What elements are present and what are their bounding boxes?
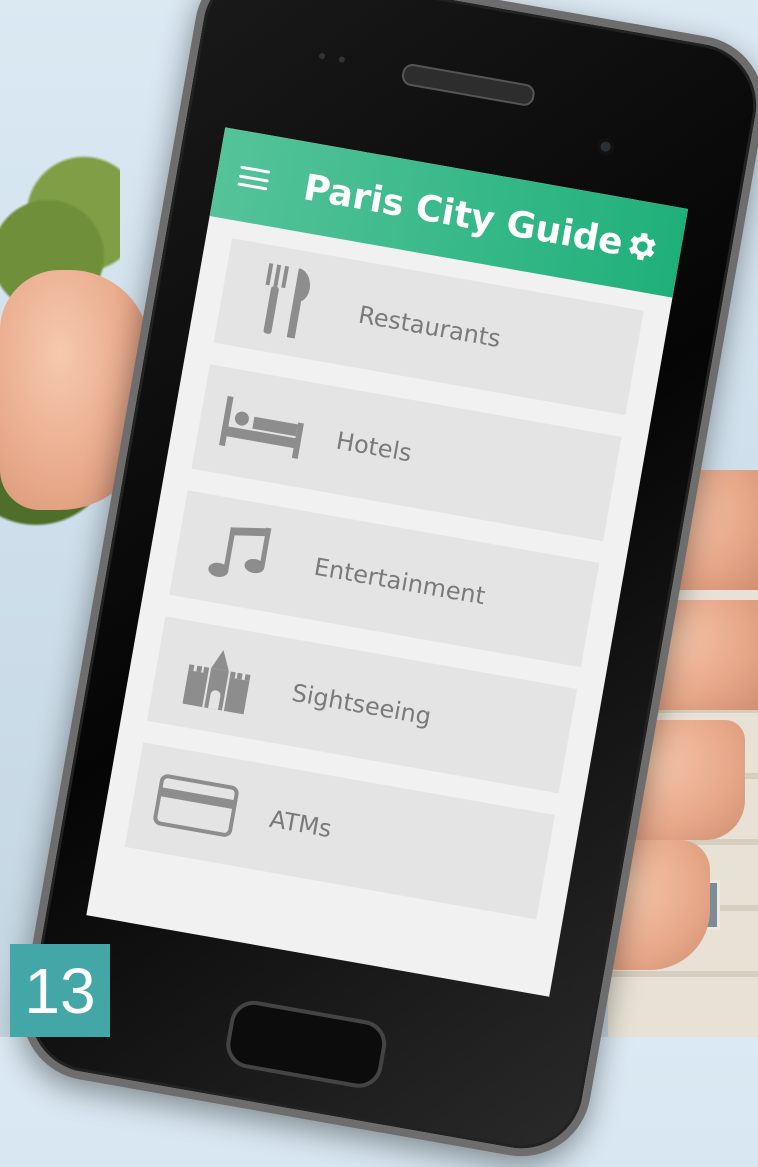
app-screen: Paris City Guide Restaurants Hotels Ente…	[86, 127, 689, 997]
menu-item-label: Entertainment	[311, 552, 488, 611]
menu-item-label: Restaurants	[356, 300, 503, 354]
menu-item-label: ATMs	[267, 804, 334, 844]
castle-icon	[168, 637, 269, 722]
page-number-badge: 13	[10, 944, 110, 1037]
menu-item-label: Sightseeing	[289, 678, 434, 731]
hamburger-menu-icon[interactable]	[237, 165, 271, 191]
category-list: Restaurants Hotels Entertainment Sightse…	[99, 216, 672, 924]
smartphone: Paris City Guide Restaurants Hotels Ente…	[10, 0, 758, 1167]
earpiece-speaker	[400, 62, 537, 108]
credit-card-icon	[146, 763, 247, 848]
music-note-icon	[190, 511, 291, 596]
sensor-dot	[338, 56, 346, 64]
front-camera	[596, 137, 615, 156]
fork-knife-icon	[235, 259, 336, 344]
bed-icon	[212, 385, 313, 470]
sensor-dot	[318, 52, 326, 60]
phone-wrapper: Paris City Guide Restaurants Hotels Ente…	[10, 0, 758, 1167]
menu-item-label: Hotels	[334, 426, 414, 468]
gear-icon[interactable]	[620, 225, 662, 267]
home-button[interactable]	[222, 997, 390, 1092]
